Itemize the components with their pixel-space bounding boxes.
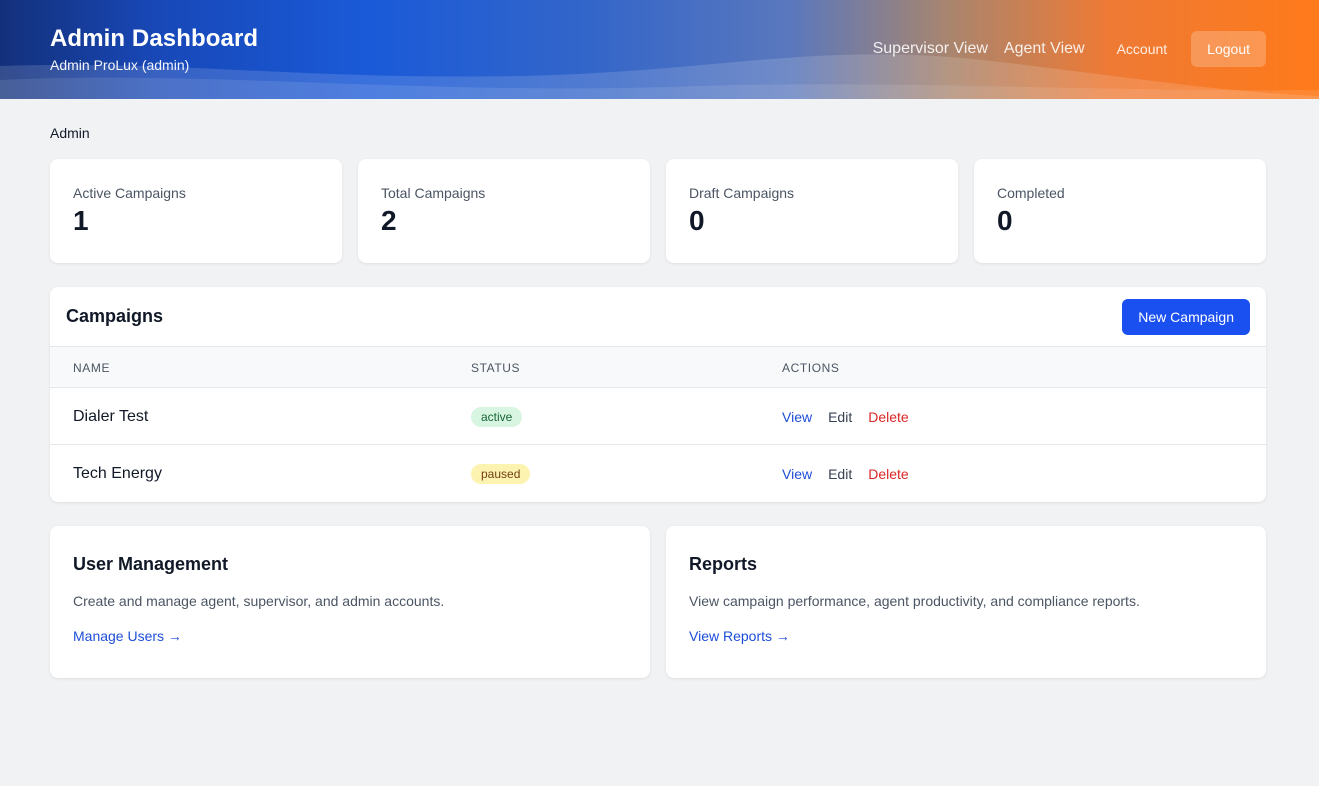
delete-link[interactable]: Delete bbox=[868, 466, 908, 482]
stat-label: Active Campaigns bbox=[73, 185, 186, 201]
edit-link[interactable]: Edit bbox=[828, 409, 852, 425]
stat-label: Draft Campaigns bbox=[689, 185, 795, 201]
delete-link[interactable]: Delete bbox=[868, 409, 908, 425]
campaigns-header: Campaigns New Campaign bbox=[50, 287, 1266, 347]
column-header-actions: ACTIONS bbox=[782, 361, 840, 375]
stat-card-completed: Completed 0 bbox=[974, 159, 1266, 263]
stat-card-draft: Draft Campaigns 0 bbox=[666, 159, 958, 263]
stat-label: Total Campaigns bbox=[381, 185, 486, 201]
view-link[interactable]: View bbox=[782, 466, 812, 482]
page-title: Admin Dashboard bbox=[50, 25, 259, 52]
brand-block: Admin Dashboard Admin ProLux (admin) bbox=[50, 25, 258, 73]
status-cell: paused bbox=[471, 464, 531, 484]
card-description: View campaign performance, agent product… bbox=[689, 593, 1140, 609]
manage-users-link[interactable]: Manage Users → bbox=[73, 628, 182, 644]
campaigns-title: Campaigns bbox=[66, 306, 164, 326]
campaign-name: Tech Energy bbox=[73, 465, 162, 482]
stats-row: Active Campaigns 1 Total Campaigns 2 Dra… bbox=[50, 159, 1266, 263]
stat-value: 2 bbox=[381, 205, 397, 236]
stat-card-active: Active Campaigns 1 bbox=[50, 159, 342, 263]
stat-value: 0 bbox=[997, 205, 1013, 236]
logout-button[interactable]: Logout bbox=[1191, 31, 1266, 67]
nav-supervisor-view[interactable]: Supervisor View bbox=[873, 40, 988, 58]
header-nav: Supervisor View Agent View Account Logou… bbox=[873, 31, 1266, 67]
stat-value: 0 bbox=[689, 205, 705, 236]
table-row: Tech Energy paused View Edit Delete bbox=[50, 445, 1266, 502]
status-badge: active bbox=[471, 407, 523, 427]
table-header: NAME STATUS ACTIONS bbox=[50, 347, 1266, 388]
status-badge: paused bbox=[471, 464, 531, 484]
breadcrumb: Admin bbox=[50, 125, 90, 141]
edit-link[interactable]: Edit bbox=[828, 466, 852, 482]
actions-cell: View Edit Delete bbox=[782, 466, 909, 482]
bottom-cards: User Management Create and manage agent,… bbox=[50, 526, 1266, 678]
reports-card: Reports View campaign performance, agent… bbox=[666, 526, 1266, 678]
campaigns-panel: Campaigns New Campaign NAME STATUS ACTIO… bbox=[50, 287, 1266, 502]
stat-label: Completed bbox=[997, 185, 1065, 201]
table-row: Dialer Test active View Edit Delete bbox=[50, 388, 1266, 445]
user-subtitle: Admin ProLux (admin) bbox=[50, 57, 190, 73]
app-header: Admin Dashboard Admin ProLux (admin) Sup… bbox=[0, 0, 1319, 99]
column-header-name: NAME bbox=[73, 361, 111, 375]
nav-account[interactable]: Account bbox=[1117, 41, 1168, 57]
stat-value: 1 bbox=[73, 205, 89, 236]
new-campaign-button[interactable]: New Campaign bbox=[1122, 299, 1250, 335]
column-header-status: STATUS bbox=[471, 361, 521, 375]
view-reports-link[interactable]: View Reports → bbox=[689, 628, 790, 644]
campaign-name: Dialer Test bbox=[73, 408, 149, 425]
stat-card-total: Total Campaigns 2 bbox=[358, 159, 650, 263]
user-management-card: User Management Create and manage agent,… bbox=[50, 526, 650, 678]
card-description: Create and manage agent, supervisor, and… bbox=[73, 593, 445, 609]
actions-cell: View Edit Delete bbox=[782, 409, 909, 425]
card-title: Reports bbox=[689, 554, 758, 574]
view-link[interactable]: View bbox=[782, 409, 812, 425]
status-cell: active bbox=[471, 407, 523, 427]
nav-agent-view[interactable]: Agent View bbox=[1004, 40, 1085, 58]
card-title: User Management bbox=[73, 554, 229, 574]
